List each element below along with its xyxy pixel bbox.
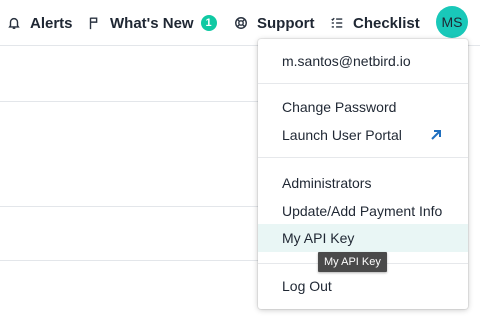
change-password-item[interactable]: Change Password [258, 93, 468, 121]
whats-new-nav[interactable]: What's New 1 [86, 13, 217, 33]
checklist-icon [329, 15, 345, 31]
bell-icon [6, 15, 22, 31]
content-divider [0, 260, 258, 261]
lifebuoy-icon [233, 15, 249, 31]
content-divider [0, 206, 258, 207]
administrators-item[interactable]: Administrators [258, 169, 468, 197]
my-api-key-item[interactable]: My API Key [258, 224, 468, 252]
checklist-label: Checklist [353, 14, 420, 32]
menu-separator [258, 83, 468, 84]
whats-new-badge: 1 [200, 15, 217, 31]
update-payment-item[interactable]: Update/Add Payment Info [258, 197, 468, 225]
checklist-nav[interactable]: Checklist [329, 13, 420, 33]
launch-user-portal-label: Launch User Portal [282, 127, 402, 143]
external-arrow-icon [429, 128, 443, 142]
support-nav[interactable]: Support [233, 13, 315, 33]
content-divider [0, 101, 258, 102]
log-out-item[interactable]: Log Out [258, 272, 468, 300]
user-email: m.santos@netbird.io [282, 53, 411, 69]
flag-icon [86, 15, 102, 31]
whats-new-label: What's New [110, 14, 194, 32]
alerts-nav[interactable]: Alerts [6, 13, 73, 33]
launch-user-portal-item[interactable]: Launch User Portal [258, 121, 468, 149]
alerts-label: Alerts [30, 14, 73, 32]
user-avatar[interactable]: MS [436, 6, 468, 38]
support-label: Support [257, 14, 315, 32]
menu-separator [258, 157, 468, 158]
api-key-tooltip: My API Key [318, 252, 387, 272]
